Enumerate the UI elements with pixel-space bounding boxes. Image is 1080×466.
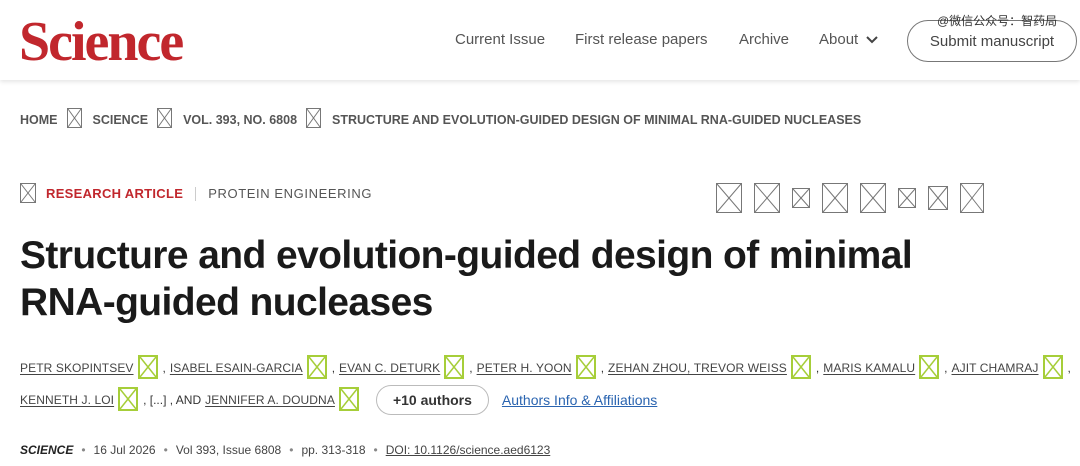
volume-issue: Vol 393, Issue 6808 [175, 443, 282, 457]
divider [195, 186, 197, 201]
article-tools [716, 183, 996, 213]
alert-icon[interactable] [898, 188, 916, 208]
publication-date: 16 Jul 2026 [93, 443, 156, 457]
more-authors-button[interactable]: +10 authors [375, 385, 489, 415]
share-icon[interactable] [822, 183, 848, 213]
science-logo[interactable]: Science [19, 12, 184, 72]
nav-about[interactable]: About [819, 31, 878, 48]
breadcrumb-current: STRUCTURE AND EVOLUTION-GUIDED DESIGN OF… [332, 112, 862, 127]
orcid-icon[interactable] [444, 354, 465, 382]
orcid-icon[interactable] [137, 354, 158, 382]
author-ellipsis: , [...] , AND [143, 393, 202, 407]
print-icon[interactable] [960, 183, 984, 213]
citation-line: SCIENCE • 16 Jul 2026 • Vol 393, Issue 6… [20, 443, 551, 457]
author-name[interactable]: MARIS KAMALU [823, 361, 915, 375]
author-name[interactable]: AJIT CHAMRAJ [952, 361, 1039, 375]
nav-archive[interactable]: Archive [739, 31, 789, 48]
orcid-icon[interactable] [575, 354, 596, 382]
author-list: PETR SKOPINTSEV , ISABEL ESAIN-GARCIA , … [20, 352, 1071, 416]
access-icon[interactable] [754, 183, 780, 213]
author-row: KENNETH J. LOI , [...] , AND JENNIFER A.… [20, 384, 1060, 416]
breadcrumb-volume[interactable]: VOL. 393, NO. 6808 [183, 113, 297, 127]
authors-affiliations-link[interactable]: Authors Info & Affiliations [502, 392, 657, 408]
author-name[interactable]: JENNIFER A. DOUDNA [205, 393, 335, 407]
author-name[interactable]: PETR SKOPINTSEV [20, 361, 134, 375]
journal-name: SCIENCE [20, 443, 74, 457]
pages: pp. 313-318 [301, 443, 366, 457]
chevron-down-icon [866, 35, 878, 43]
author-name[interactable]: ISABEL ESAIN-GARCIA [170, 361, 303, 375]
nav-first-release[interactable]: First release papers [575, 31, 708, 48]
nav-current-issue[interactable]: Current Issue [455, 31, 545, 48]
article-meta: RESEARCH ARTICLE PROTEIN ENGINEERING [20, 183, 372, 203]
author-name[interactable]: ZEHAN ZHOU, TREVOR WEISS [608, 361, 787, 375]
breadcrumb-separator-icon [306, 108, 322, 131]
article-title: Structure and evolution-guided design of… [20, 234, 913, 324]
orcid-icon[interactable] [790, 354, 811, 382]
article-type[interactable]: RESEARCH ARTICLE [46, 186, 183, 201]
watermark-text: @微信公众号：智药局 [937, 14, 1058, 28]
orcid-icon[interactable] [118, 386, 139, 414]
breadcrumb-home[interactable]: HOME [20, 113, 58, 127]
cite-icon[interactable] [792, 188, 810, 208]
nav-about-label: About [819, 31, 859, 48]
breadcrumb-separator-icon [66, 108, 82, 131]
author-name[interactable]: KENNETH J. LOI [20, 393, 114, 407]
orcid-icon[interactable] [1042, 354, 1063, 382]
site-header: Science Current Issue First release pape… [0, 0, 1080, 80]
doi-link[interactable]: DOI: 10.1126/science.aed6123 [386, 443, 551, 457]
orcid-icon[interactable] [919, 354, 940, 382]
breadcrumb-separator-icon [157, 108, 173, 131]
article-subject[interactable]: PROTEIN ENGINEERING [208, 186, 372, 201]
orcid-icon[interactable] [338, 386, 359, 414]
breadcrumb: HOME SCIENCE VOL. 393, NO. 6808 STRUCTUR… [20, 108, 861, 131]
author-name[interactable]: EVAN C. DETURK [339, 361, 440, 375]
orcid-icon[interactable] [306, 354, 327, 382]
author-name[interactable]: PETER H. YOON [477, 361, 572, 375]
author-row: PETR SKOPINTSEV , ISABEL ESAIN-GARCIA , … [20, 352, 1071, 384]
pdf-icon[interactable] [716, 183, 742, 213]
access-icon [20, 183, 36, 206]
breadcrumb-science[interactable]: SCIENCE [93, 113, 149, 127]
permissions-icon[interactable] [928, 186, 948, 210]
bookmark-icon[interactable] [860, 183, 886, 213]
